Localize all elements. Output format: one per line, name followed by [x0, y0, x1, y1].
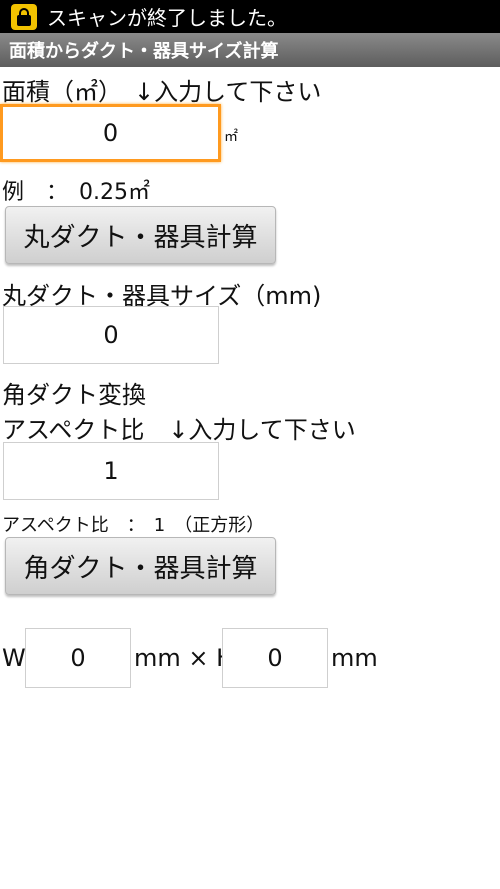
area-label: 面積（㎡） ↓入力して下さい [2, 78, 322, 106]
height-value: 0 [267, 644, 283, 672]
round-size-value: 0 [103, 321, 119, 349]
status-message: スキャンが終了しました。 [47, 6, 287, 30]
area-input[interactable]: 0 [0, 104, 221, 162]
round-duct-calc-button-label: 丸ダクト・器具計算 [23, 222, 258, 253]
app-lock-icon [11, 3, 37, 30]
aspect-label: アスペクト比 ↓入力して下さい [2, 416, 356, 444]
square-duct-calc-button[interactable]: 角ダクト・器具計算 [5, 537, 276, 595]
app-title-bar: 面積からダクト・器具サイズ計算 [0, 33, 500, 67]
aspect-input-value: 1 [103, 457, 119, 485]
mm-times-h-label: mm × H [134, 644, 235, 672]
width-label: W [2, 644, 26, 672]
status-bar: スキャンが終了しました。 [0, 0, 500, 33]
square-heading: 角ダクト変換 [2, 381, 146, 409]
height-unit-label: mm [331, 644, 378, 672]
square-duct-calc-button-label: 角ダクト・器具計算 [23, 553, 258, 584]
aspect-note: アスペクト比 ： 1 （正方形） [2, 515, 265, 536]
width-value: 0 [70, 644, 86, 672]
area-input-value: 0 [102, 119, 119, 147]
height-output: 0 [222, 628, 328, 688]
width-output: 0 [25, 628, 131, 688]
area-example: 例 ： 0.25㎡ [2, 180, 150, 205]
aspect-input[interactable]: 1 [3, 442, 219, 500]
app-title: 面積からダクト・器具サイズ計算 [9, 41, 279, 62]
area-unit: ㎡ [224, 129, 238, 145]
round-duct-calc-button[interactable]: 丸ダクト・器具計算 [5, 206, 276, 264]
round-size-output: 0 [3, 306, 219, 364]
